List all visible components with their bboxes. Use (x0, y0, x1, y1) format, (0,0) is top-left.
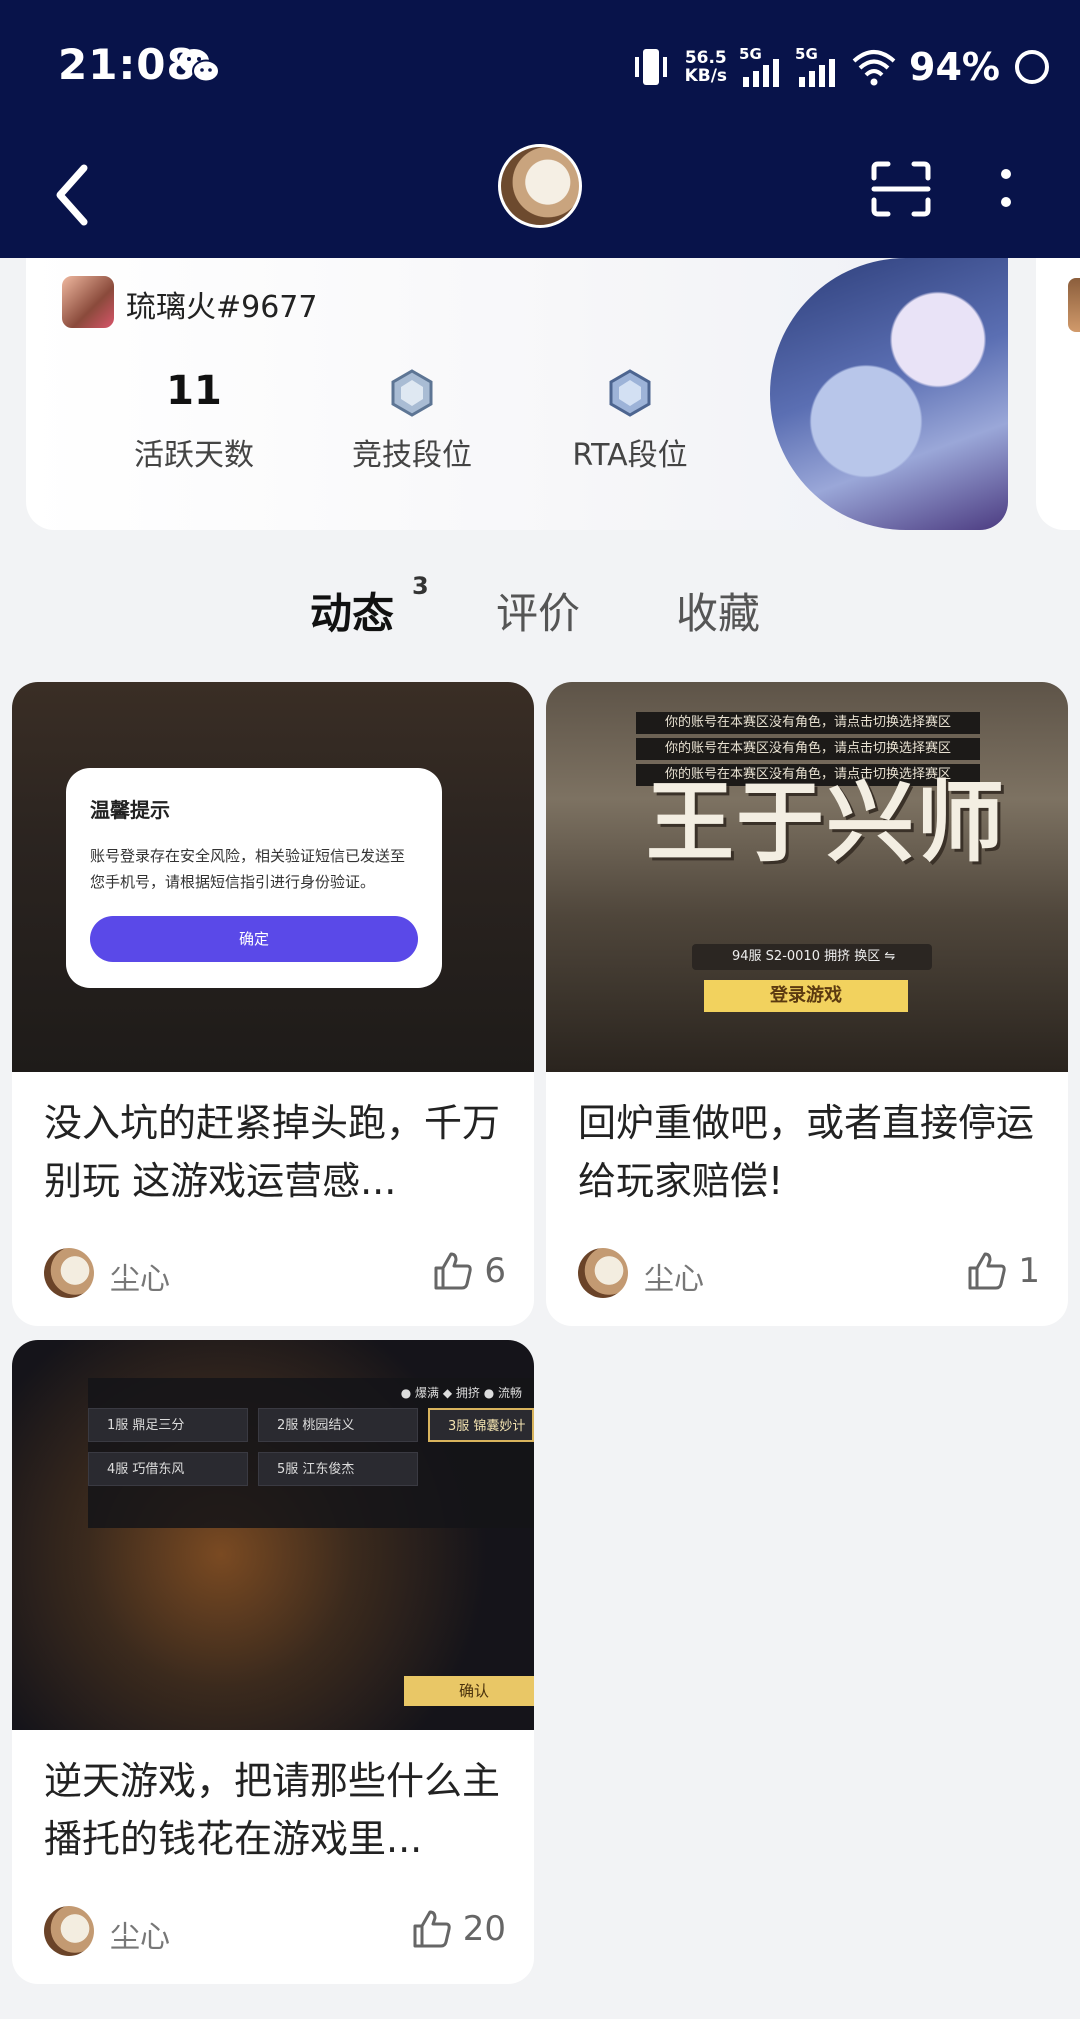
user-avatar[interactable] (498, 144, 582, 228)
scan-icon[interactable] (870, 160, 932, 218)
stat-icon-slot (332, 368, 492, 420)
speed-unit: KB/s (684, 66, 728, 86)
server-legend: ● 爆满 ◆ 拥挤 ● 流畅 (400, 1386, 522, 1400)
image-notice: 你的账号在本赛区没有角色，请点击切换选择赛区 (636, 712, 980, 734)
thumbs-up-icon (968, 1252, 1007, 1290)
post-image: ● 爆满 ◆ 拥挤 ● 流畅 1服 鼎足三分 2服 桃园结义 3服 锦囊妙计 4… (12, 1340, 534, 1730)
thumbs-up-icon (434, 1252, 473, 1290)
signal-5g-1: 5G (739, 45, 783, 89)
dialog-screenshot: 温馨提示 账号登录存在安全风险，相关验证短信已发送至您手机号，请根据短信指引进行… (66, 768, 442, 988)
stat-arena-rank: 竞技段位 (332, 368, 492, 474)
wifi-icon (852, 50, 896, 86)
battery-level: 94% (909, 45, 1000, 89)
author-avatar[interactable] (578, 1248, 628, 1298)
game-account-name: 琉璃火#9677 (126, 290, 318, 325)
post-image: 温馨提示 账号登录存在安全风险，相关验证短信已发送至您手机号，请根据短信指引进行… (12, 682, 534, 1072)
post-card[interactable]: 你的账号在本赛区没有角色，请点击切换选择赛区 你的账号在本赛区没有角色，请点击切… (546, 682, 1068, 1326)
game-profile-card[interactable]: 琉璃火#9677 11 活跃天数 竞技段位 RTA段位 (26, 258, 1008, 530)
dialog-text: 账号登录存在安全风险，相关验证短信已发送至您手机号，请根据短信指引进行身份验证。 (90, 847, 406, 891)
signal-bars-icon (799, 59, 836, 87)
server-option: 2服 桃园结义 (258, 1408, 418, 1442)
author-name[interactable]: 尘心 (644, 1254, 704, 1298)
author-avatar[interactable] (44, 1906, 94, 1956)
wechat-icon (179, 49, 220, 83)
dialog-title: 温馨提示 (90, 798, 170, 822)
signal-5g-2: 5G (795, 45, 839, 89)
like-button[interactable]: 1 (966, 1250, 1040, 1292)
server-info: 94服 S2-0010 拥挤 换区 ⇋ (692, 944, 932, 970)
game-title-calligraphy: 王于兴师 (646, 770, 1007, 874)
next-game-card[interactable] (1036, 258, 1080, 530)
stat-rta-rank: RTA段位 (550, 368, 710, 474)
tab-posts[interactable]: 动态 3 (310, 572, 429, 641)
status-bar: 21:08 56.5 KB/s 5G 5G 94% (0, 0, 1080, 130)
post-footer: 尘心 20 (44, 1900, 506, 1960)
signal-bars-icon (743, 59, 780, 87)
post-footer: 尘心 1 (578, 1242, 1040, 1302)
post-image: 你的账号在本赛区没有角色，请点击切换选择赛区 你的账号在本赛区没有角色，请点击切… (546, 682, 1068, 1072)
server-option-selected: 3服 锦囊妙计 (428, 1408, 534, 1442)
post-footer: 尘心 6 (44, 1242, 506, 1302)
content-tabs: 动态 3 评价 收藏 (0, 572, 1080, 650)
stat-value: 11 (166, 368, 222, 414)
stat-icon-slot (550, 368, 710, 420)
vibrate-icon (634, 49, 667, 85)
status-time: 21:08 (58, 40, 197, 89)
author-name[interactable]: 尘心 (110, 1254, 170, 1298)
server-option: 1服 鼎足三分 (88, 1408, 248, 1442)
author-avatar[interactable] (44, 1248, 94, 1298)
post-card[interactable]: ● 爆满 ◆ 拥挤 ● 流畅 1服 鼎足三分 2服 桃园结义 3服 锦囊妙计 4… (12, 1340, 534, 1984)
stat-active-days: 11 活跃天数 (114, 368, 274, 474)
next-game-icon (1068, 278, 1080, 332)
top-bar: 21:08 56.5 KB/s 5G 5G 94% (0, 0, 1080, 258)
back-arrow-icon[interactable] (50, 160, 94, 230)
author-name[interactable]: 尘心 (110, 1912, 170, 1956)
nav-bar (0, 140, 1080, 250)
server-option: 5服 江东俊杰 (258, 1452, 418, 1486)
dialog-confirm-button: 确定 (90, 916, 418, 962)
post-title: 回炉重做吧，或者直接停运给玩家赔偿! (578, 1101, 1035, 1203)
like-count: 6 (484, 1251, 506, 1291)
more-options-icon[interactable] (996, 166, 1016, 212)
battery-ring-icon (1015, 50, 1049, 84)
post-title: 逆天游戏，把请那些什么主播托的钱花在游戏里... (44, 1759, 501, 1861)
stat-label: RTA段位 (572, 438, 688, 473)
tab-label: 收藏 (676, 589, 761, 638)
tab-label: 动态 (310, 589, 395, 638)
game-hero-artwork (770, 258, 1008, 530)
post-card[interactable]: 温馨提示 账号登录存在安全风险，相关验证短信已发送至您手机号，请根据短信指引进行… (12, 682, 534, 1326)
rank-badge-icon (391, 369, 433, 417)
tab-reviews[interactable]: 评价 (496, 580, 580, 641)
status-icons: 56.5 KB/s 5G 5G 94% (629, 42, 1052, 92)
tab-label: 评价 (496, 589, 581, 638)
stat-label: 竞技段位 (352, 438, 472, 473)
login-game-button: 登录游戏 (704, 980, 908, 1012)
like-button[interactable]: 20 (411, 1908, 506, 1950)
thumbs-up-icon (413, 1910, 451, 1948)
rank-badge-icon (609, 369, 651, 417)
game-icon (60, 274, 116, 330)
post-title: 没入坑的赶紧掉头跑，千万别玩 这游戏运营感... (44, 1101, 501, 1203)
like-button[interactable]: 6 (432, 1250, 506, 1292)
stat-label: 活跃天数 (134, 438, 254, 473)
like-count: 1 (1018, 1251, 1040, 1291)
server-select-panel: ● 爆满 ◆ 拥挤 ● 流畅 1服 鼎足三分 2服 桃园结义 3服 锦囊妙计 4… (88, 1378, 534, 1528)
tab-badge: 3 (412, 572, 429, 600)
network-speed: 56.5 KB/s (685, 49, 727, 85)
tab-favorites[interactable]: 收藏 (676, 580, 760, 641)
speed-value: 56.5 (684, 48, 727, 68)
like-count: 20 (462, 1909, 506, 1949)
confirm-chip: 确认 (404, 1676, 534, 1706)
server-option: 4服 巧借东风 (88, 1452, 248, 1486)
